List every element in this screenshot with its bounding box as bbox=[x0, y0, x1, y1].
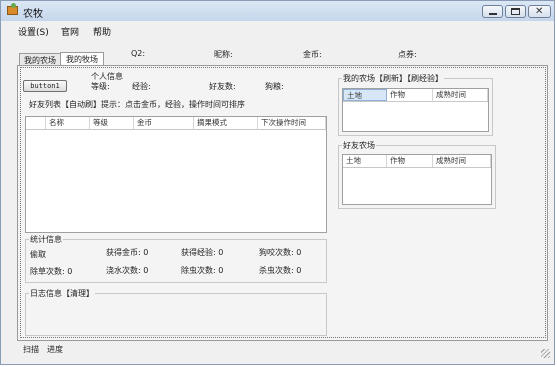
friend-list-header: 名称 等级 金币 摘果模式 下次操作时间 bbox=[26, 117, 326, 130]
col-land[interactable]: 土地 bbox=[343, 89, 387, 101]
status-progress: 进度 bbox=[47, 345, 63, 354]
menu-bar: 设置(S) 官网 帮助 bbox=[1, 23, 554, 39]
my-farm-group: 我的农场【刷新】【刷经验】 土地 作物 成熟时间 bbox=[338, 73, 493, 136]
app-icon bbox=[7, 3, 18, 15]
stat-gold: 获得金币: 0 bbox=[106, 248, 149, 257]
qq-label: Q2: bbox=[131, 49, 146, 58]
close-icon: ✕ bbox=[535, 6, 544, 17]
stat-exp: 获得经验: 0 bbox=[181, 248, 224, 257]
col-check[interactable] bbox=[26, 117, 46, 129]
my-farm-title[interactable]: 我的农场【刷新】【刷经验】 bbox=[342, 73, 444, 84]
title-bar[interactable]: 农牧 ✕ bbox=[1, 1, 554, 21]
minimize-button[interactable] bbox=[482, 5, 503, 18]
my-farm-header: 土地 作物 成熟时间 bbox=[343, 89, 488, 102]
stat-debug: 除虫次数: 0 bbox=[181, 266, 224, 275]
log-title[interactable]: 日志信息【清理】 bbox=[29, 288, 95, 299]
friend-farm-header: 土地 作物 成熟时间 bbox=[343, 155, 491, 168]
col-mode[interactable]: 摘果模式 bbox=[194, 117, 258, 129]
coupon-label: 点券: bbox=[398, 50, 417, 59]
close-button[interactable]: ✕ bbox=[528, 5, 551, 18]
gold-label: 金币: bbox=[303, 50, 322, 59]
tab-my-ranch[interactable]: 我的牧场 bbox=[60, 52, 104, 66]
stat-dog-bite: 狗咬次数: 0 bbox=[259, 248, 302, 257]
stat-water: 浇水次数: 0 bbox=[106, 266, 149, 275]
button1[interactable]: button1 bbox=[23, 80, 67, 92]
menu-help[interactable]: 帮助 bbox=[93, 25, 111, 38]
app-window: 农牧 ✕ 设置(S) 官网 帮助 Q2: 昵称: 金币: 点券: 我的农场 我的… bbox=[0, 0, 555, 365]
menu-settings[interactable]: 设置(S) bbox=[18, 25, 49, 38]
col-name[interactable]: 名称 bbox=[46, 117, 90, 129]
stat-steal: 偷取 bbox=[30, 250, 46, 259]
level-label: 等级: bbox=[91, 82, 110, 91]
col-land[interactable]: 土地 bbox=[343, 155, 387, 167]
resize-grip-icon[interactable] bbox=[541, 349, 550, 358]
col-mature-time[interactable]: 成熟时间 bbox=[433, 89, 488, 101]
window-title: 农牧 bbox=[23, 9, 43, 20]
friend-farm-title: 好友农场 bbox=[342, 140, 376, 151]
col-level[interactable]: 等级 bbox=[90, 117, 134, 129]
friend-farm-list[interactable]: 土地 作物 成熟时间 bbox=[342, 154, 492, 205]
status-bar: 扫描 进度 bbox=[1, 342, 554, 362]
col-gold[interactable]: 金币 bbox=[134, 117, 194, 129]
stats-group: 统计信息 偷取 获得金币: 0 获得经验: 0 狗咬次数: 0 除草次数: 0 … bbox=[25, 234, 327, 283]
my-farm-list[interactable]: 土地 作物 成熟时间 bbox=[342, 88, 489, 132]
friend-farm-group: 好友农场 土地 作物 成熟时间 bbox=[338, 140, 496, 209]
friend-list-title[interactable]: 好友列表【自动刷】提示：点击金币，经验，操作时间可排序 bbox=[29, 99, 245, 110]
friend-list[interactable]: 名称 等级 金币 摘果模式 下次操作时间 bbox=[25, 116, 327, 233]
stat-pest: 杀虫次数: 0 bbox=[259, 266, 302, 275]
col-next-time[interactable]: 下次操作时间 bbox=[258, 117, 326, 129]
col-crop[interactable]: 作物 bbox=[387, 155, 433, 167]
stat-weed: 除草次数: 0 bbox=[30, 267, 73, 276]
col-mature-time[interactable]: 成熟时间 bbox=[433, 155, 491, 167]
experience-label: 经验: bbox=[132, 82, 151, 91]
dog-food-label: 狗粮: bbox=[265, 82, 284, 91]
col-crop[interactable]: 作物 bbox=[387, 89, 433, 101]
minimize-icon bbox=[489, 13, 497, 15]
maximize-button[interactable] bbox=[505, 5, 526, 18]
maximize-icon bbox=[511, 8, 520, 15]
menu-website[interactable]: 官网 bbox=[61, 25, 79, 38]
stats-title: 统计信息 bbox=[29, 234, 63, 245]
nickname-label: 昵称: bbox=[214, 50, 233, 59]
status-scan: 扫描 bbox=[23, 345, 39, 354]
friend-count-label: 好友数: bbox=[209, 82, 236, 91]
log-group: 日志信息【清理】 bbox=[25, 288, 327, 336]
